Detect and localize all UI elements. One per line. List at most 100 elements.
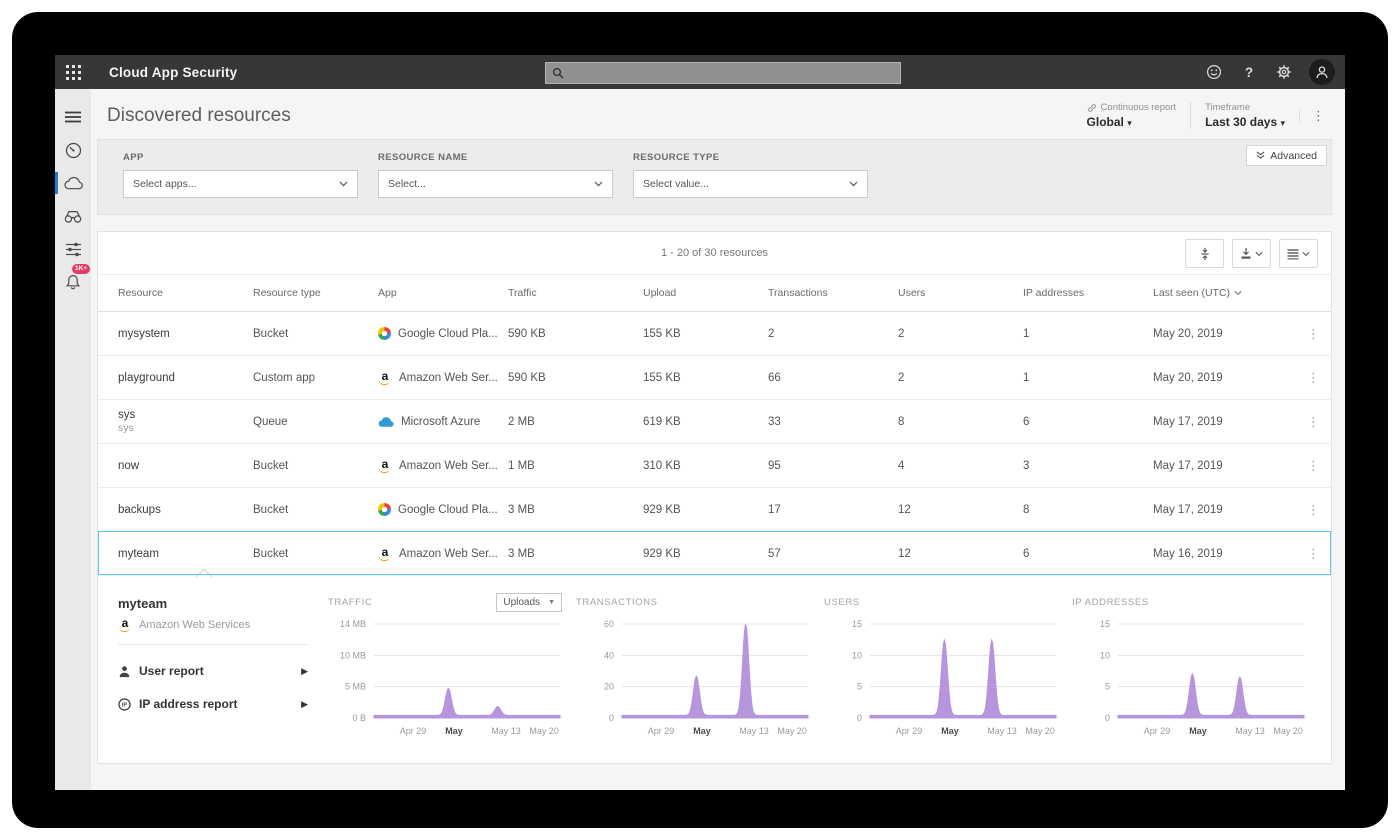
sidebar-item-dashboard[interactable]	[55, 137, 91, 163]
user-report-link[interactable]: User report▶	[118, 664, 308, 678]
svg-text:0: 0	[857, 713, 862, 723]
svg-text:14 MB: 14 MB	[340, 619, 366, 629]
svg-text:Apr 29: Apr 29	[896, 726, 923, 736]
filter-resource-name-select[interactable]: Select...	[378, 170, 613, 198]
chart-title: TRANSACTIONS	[576, 597, 814, 608]
advanced-label: Advanced	[1270, 150, 1317, 162]
users-cell: 12	[898, 504, 1023, 516]
table-row[interactable]: playgroundCustom appaAmazon Web Ser...59…	[98, 356, 1331, 400]
page-more-options-button[interactable]: ⋮	[1299, 109, 1331, 122]
microsoft-azure-icon	[378, 416, 394, 428]
svg-text:May: May	[445, 726, 463, 736]
column-header-ip-addresses[interactable]: IP addresses	[1023, 287, 1153, 299]
row-menu-button[interactable]: ⋮	[1303, 326, 1324, 342]
table-row[interactable]: syssysQueueMicrosoft Azure2 MB619 KB3386…	[98, 400, 1331, 444]
ip-address-report-link[interactable]: IPIP address report▶	[118, 697, 308, 711]
column-header-users[interactable]: Users	[898, 287, 1023, 299]
svg-text:May 13: May 13	[739, 726, 769, 736]
sidebar-item-control[interactable]	[55, 236, 91, 262]
table-row[interactable]: mysystemBucketGoogle Cloud Pla...590 KB1…	[98, 312, 1331, 356]
app-cell: aAmazon Web Ser...	[378, 371, 508, 385]
table-toolbar: 1 - 20 of 30 resources	[98, 232, 1331, 275]
collapse-rows-button[interactable]	[1185, 239, 1224, 268]
export-button[interactable]	[1232, 239, 1271, 268]
results-count: 1 - 20 of 30 resources	[661, 247, 768, 259]
search-input[interactable]	[568, 62, 900, 84]
filter-resource-type-label: RESOURCE TYPE	[633, 152, 868, 163]
filter-resource-type: RESOURCE TYPE Select value...	[633, 152, 868, 198]
chart-canvas: 0 B5 MB10 MB14 MBApr 29MayMay 13May 20	[328, 612, 566, 744]
svg-text:May 13: May 13	[491, 726, 521, 736]
sidebar-item-investigate[interactable]	[55, 203, 91, 229]
ip-addresses-cell: 3	[1023, 460, 1153, 472]
transactions-cell: 33	[768, 416, 898, 428]
svg-text:May 13: May 13	[987, 726, 1017, 736]
caret-down-icon: ▾	[1127, 118, 1132, 128]
continuous-report-label: Continuous report	[1101, 102, 1177, 113]
row-menu-button[interactable]: ⋮	[1303, 546, 1324, 562]
column-header-upload[interactable]: Upload	[643, 287, 768, 299]
row-menu-button[interactable]: ⋮	[1303, 370, 1324, 386]
top-actions: ?	[1204, 55, 1335, 89]
svg-text:May 20: May 20	[777, 726, 807, 736]
alerts-badge: 1K+	[72, 264, 90, 274]
timeframe-dropdown[interactable]: Timeframe Last 30 days ▾	[1190, 102, 1299, 129]
help-icon[interactable]: ?	[1239, 62, 1259, 82]
resource-detail-panel: myteam a Amazon Web Services User report…	[98, 576, 1331, 763]
svg-text:IP: IP	[122, 702, 128, 708]
amazon-web-services-icon: a	[378, 459, 392, 473]
sidebar-item-alerts[interactable]: 1K+	[55, 269, 91, 295]
timeframe-value: Last 30 days	[1205, 115, 1277, 129]
advanced-filters-button[interactable]: Advanced	[1246, 145, 1327, 166]
resource-cell: mysystem	[118, 328, 253, 340]
amazon-web-services-icon: a	[378, 371, 392, 385]
detail-app: a Amazon Web Services	[118, 618, 308, 645]
chevron-down-icon	[1234, 290, 1242, 296]
filter-resource-type-select[interactable]: Select value...	[633, 170, 868, 198]
feedback-smiley-icon[interactable]	[1204, 62, 1224, 82]
app-window: Cloud App Security ?	[55, 55, 1345, 790]
column-header-resource-type[interactable]: Resource type	[253, 287, 378, 299]
table-row[interactable]: backupsBucketGoogle Cloud Pla...3 MB929 …	[98, 488, 1331, 532]
table-row[interactable]: nowBucketaAmazon Web Ser...1 MB310 KB954…	[98, 444, 1331, 488]
column-header-app[interactable]: App	[378, 287, 508, 299]
app-launcher-waffle-icon[interactable]	[55, 55, 91, 89]
resource-type-cell: Bucket	[253, 460, 378, 472]
table-columns-icon	[1287, 248, 1299, 260]
chevron-down-icon	[1302, 251, 1310, 257]
filter-resource-name-placeholder: Select...	[388, 178, 594, 190]
app-title: Cloud App Security	[109, 65, 237, 80]
table-settings-button[interactable]	[1279, 239, 1318, 268]
app-cell: Microsoft Azure	[378, 416, 508, 428]
row-menu-button[interactable]: ⋮	[1303, 414, 1324, 430]
column-header-resource[interactable]: Resource	[118, 287, 253, 299]
settings-gear-icon[interactable]	[1274, 62, 1294, 82]
filter-app-label: APP	[123, 152, 358, 163]
column-header-transactions[interactable]: Transactions	[768, 287, 898, 299]
top-search[interactable]	[545, 62, 901, 84]
column-header-traffic[interactable]: Traffic	[508, 287, 643, 299]
svg-text:10: 10	[852, 650, 862, 660]
resource-cell: playground	[118, 372, 253, 384]
chart-canvas: 0204060Apr 29MayMay 13May 20	[576, 612, 814, 744]
traffic-cell: 3 MB	[508, 504, 643, 516]
ip-addresses-cell: 8	[1023, 504, 1153, 516]
filter-app-select[interactable]: Select apps...	[123, 170, 358, 198]
row-menu-button[interactable]: ⋮	[1303, 458, 1324, 474]
column-header-last-seen-utc-[interactable]: Last seen (UTC)	[1153, 287, 1303, 299]
chevron-down-icon	[849, 181, 858, 187]
continuous-report-value: Global	[1087, 115, 1124, 129]
sidebar-item-discover[interactable]	[55, 170, 91, 196]
row-menu-button[interactable]: ⋮	[1303, 502, 1324, 518]
amazon-web-services-icon: a	[378, 547, 392, 561]
sidebar-menu-button[interactable]	[55, 104, 91, 130]
svg-text:May 20: May 20	[1273, 726, 1303, 736]
user-avatar[interactable]	[1309, 59, 1335, 85]
table-row[interactable]: myteamBucketaAmazon Web Ser...3 MB929 KB…	[98, 532, 1331, 576]
table-header-row: ResourceResource typeAppTrafficUploadTra…	[98, 275, 1331, 312]
users-cell: 8	[898, 416, 1023, 428]
person-icon	[1315, 65, 1329, 79]
traffic-type-dropdown[interactable]: Uploads▼	[496, 593, 562, 612]
continuous-report-dropdown[interactable]: Continuous report Global ▾	[1073, 102, 1191, 129]
traffic-cell: 590 KB	[508, 372, 643, 384]
